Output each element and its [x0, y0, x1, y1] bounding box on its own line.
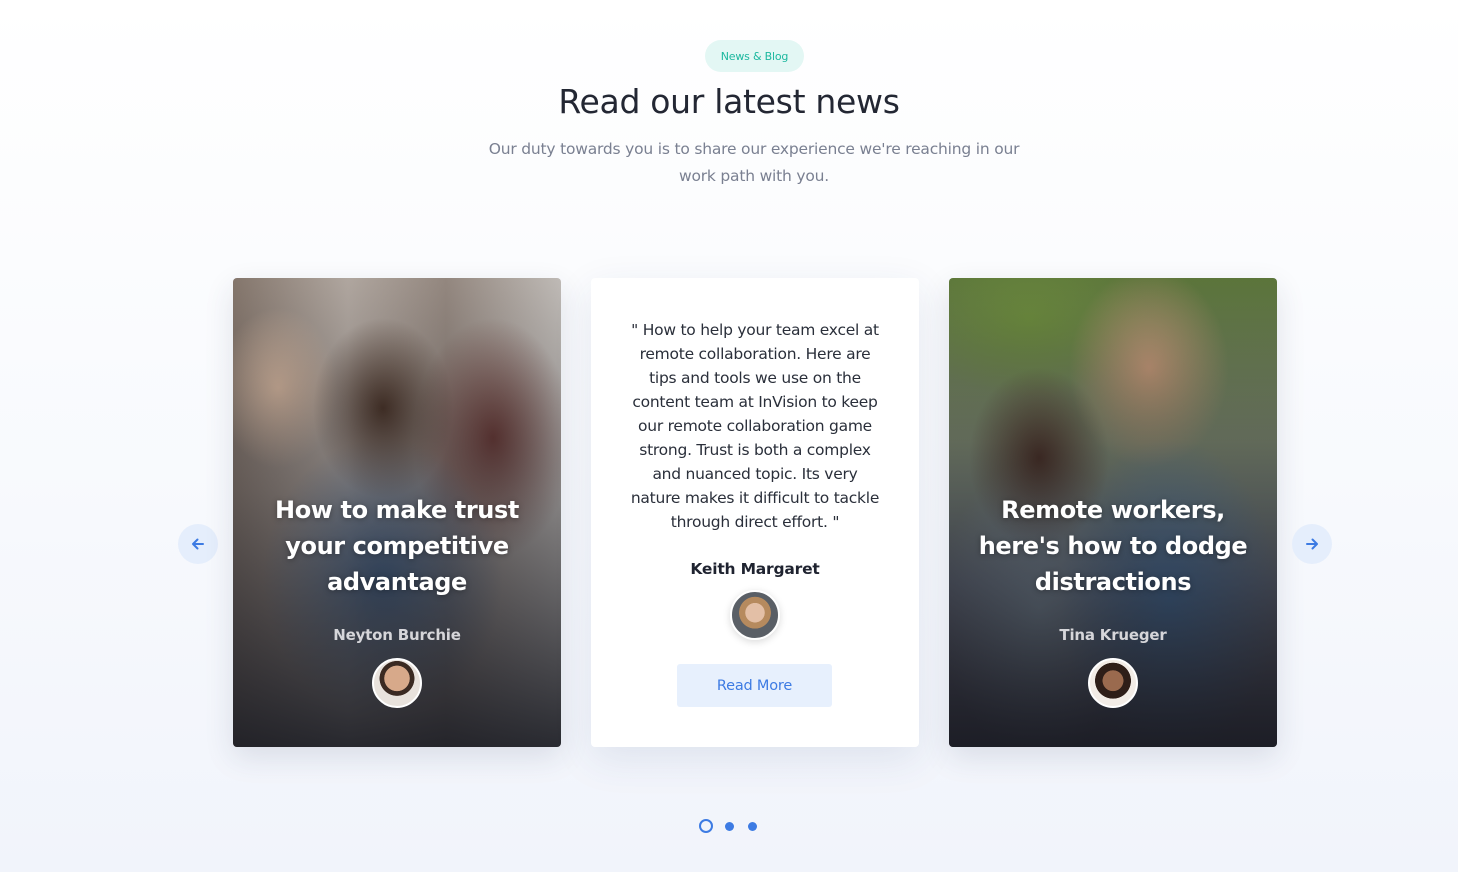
pagination-dot[interactable] — [699, 819, 713, 833]
read-more-button[interactable]: Read More — [677, 664, 832, 707]
carousel-next-button[interactable] — [1292, 524, 1332, 564]
avatar — [730, 590, 780, 640]
section-title: Read our latest news — [558, 82, 900, 121]
section-subtitle: Our duty towards you is to share our exp… — [488, 140, 1020, 185]
blog-card[interactable]: Remote workers, here's how to dodge dist… — [949, 278, 1277, 747]
avatar — [372, 658, 422, 708]
pagination-dot[interactable] — [722, 819, 736, 833]
blog-card-author: Neyton Burchie — [333, 626, 461, 644]
blog-card-headline[interactable]: Remote workers, here's how to dodge dist… — [969, 492, 1257, 600]
blog-card[interactable]: How to make trust your competitive advan… — [233, 278, 561, 747]
quote-card: " How to help your team excel at remote … — [591, 278, 919, 747]
arrow-right-icon — [1306, 538, 1318, 550]
carousel-pagination — [0, 819, 1458, 833]
quote-author: Keith Margaret — [690, 560, 820, 578]
arrow-left-icon — [192, 538, 204, 550]
blog-card-headline[interactable]: How to make trust your competitive advan… — [253, 492, 541, 600]
quote-text: " How to help your team excel at remote … — [630, 321, 880, 531]
avatar — [1088, 658, 1138, 708]
blog-card-author: Tina Krueger — [1059, 626, 1167, 644]
section-badge: News & Blog — [705, 40, 804, 72]
carousel-prev-button[interactable] — [178, 524, 218, 564]
pagination-dot[interactable] — [745, 819, 759, 833]
